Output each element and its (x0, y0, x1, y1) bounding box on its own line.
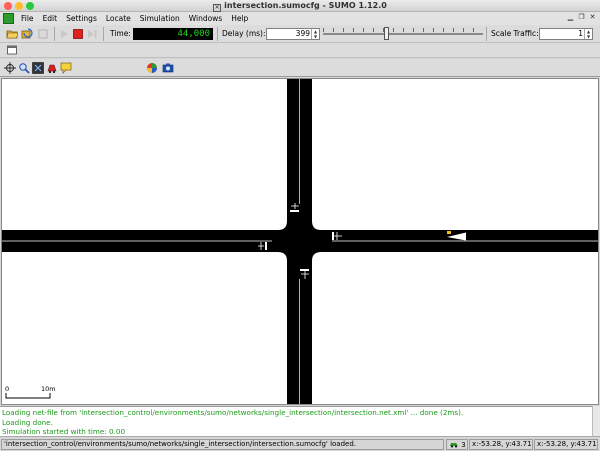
menu-locate[interactable]: Locate (106, 13, 131, 24)
simulation-view[interactable] (1, 78, 599, 405)
menu-settings[interactable]: Settings (66, 13, 97, 24)
delay-label: Delay (ms): (222, 29, 266, 38)
status-message: 'intersection_control/environments/sumo/… (1, 439, 444, 450)
step-icon[interactable] (86, 28, 98, 40)
log-line: Loading net-file from 'intersection_cont… (2, 408, 464, 417)
vehicle-count-cell: 3 (446, 439, 468, 450)
new-view-icon[interactable] (6, 44, 18, 56)
scale-traffic-label: Scale Traffic: (491, 29, 539, 38)
delay-spinner[interactable]: 399 ▲ ▼ (266, 28, 320, 40)
time-label: Time: (110, 29, 131, 38)
menu-windows[interactable]: Windows (189, 13, 222, 24)
delay-slider[interactable] (323, 33, 483, 35)
delay-slider-ticks (323, 28, 483, 32)
road-network (2, 79, 598, 404)
scale-zero-label: 0 (5, 385, 10, 393)
menu-file[interactable]: File (21, 13, 34, 24)
recenter-crosshair-icon[interactable] (4, 62, 16, 74)
vehicle-light (447, 231, 451, 234)
screenshot-camera-icon[interactable] (162, 62, 174, 74)
open-folder-icon[interactable] (6, 28, 18, 40)
east-stop-line (332, 232, 334, 240)
delay-slider-knob[interactable] (384, 27, 389, 40)
scale-ten-label: 10m (41, 385, 56, 393)
scale-traffic-spinner[interactable]: 1 ▲ ▼ (539, 28, 593, 40)
locate-poi-icon[interactable] (60, 62, 72, 74)
coordinate-readout: x:-53.28, y:43.71 (469, 439, 533, 450)
vehicle-count: 3 (461, 441, 466, 449)
south-stop-line (300, 269, 309, 271)
sumo-app-icon (3, 13, 14, 24)
locate-junction-icon[interactable] (32, 62, 44, 74)
delay-value: 399 (295, 29, 310, 38)
time-display: 44,000 (133, 28, 213, 40)
geo-coordinate-readout: x:-53.28, y:43.71 (534, 439, 598, 450)
color-wheel-icon[interactable] (146, 62, 158, 74)
zoom-magnifier-icon[interactable] (18, 62, 30, 74)
view-toolbar: standard ▼ (0, 59, 600, 133)
x11-icon: ✕ (213, 4, 222, 12)
window-title: intersection.sumocfg - SUMO 1.12.0 (224, 1, 387, 10)
menu-edit[interactable]: Edit (43, 13, 58, 24)
message-log[interactable]: Loading net-file from 'intersection_cont… (0, 406, 600, 436)
status-bar: 'intersection_control/environments/sumo/… (0, 436, 600, 451)
log-scrollbar[interactable] (592, 406, 600, 436)
scale-spinner-arrows-icon[interactable]: ▲ ▼ (584, 29, 592, 39)
menu-help[interactable]: Help (231, 13, 248, 24)
car-icon (450, 443, 458, 448)
run-icon[interactable] (58, 28, 70, 40)
mdi-restore-icon[interactable]: ❐ (577, 13, 586, 22)
west-stop-line (265, 242, 267, 250)
log-line: Loading done. (2, 417, 53, 427)
menu-simulation[interactable]: Simulation (140, 13, 180, 24)
north-stop-line (290, 210, 299, 212)
reload-icon[interactable] (21, 28, 33, 40)
junction (278, 221, 321, 261)
locate-vehicle-icon[interactable] (46, 62, 58, 74)
stop-icon[interactable] (72, 28, 84, 40)
secondary-toolbar (0, 43, 600, 58)
menu-bar: File Edit Settings Locate Simulation Win… (0, 12, 600, 25)
mdi-minimize-icon[interactable]: ▁ (566, 13, 575, 22)
scale-line (5, 393, 51, 399)
mdi-close-icon[interactable]: ✕ (588, 13, 597, 22)
close-simulation-icon[interactable] (37, 28, 49, 40)
title-bar: ✕ intersection.sumocfg - SUMO 1.12.0 (0, 0, 600, 12)
main-toolbar: Time: 44,000 Delay (ms): 399 ▲ ▼ Scale Tr… (0, 25, 600, 43)
delay-spinner-arrows-icon[interactable]: ▲ ▼ (311, 29, 319, 39)
scale-traffic-value: 1 (578, 29, 583, 38)
